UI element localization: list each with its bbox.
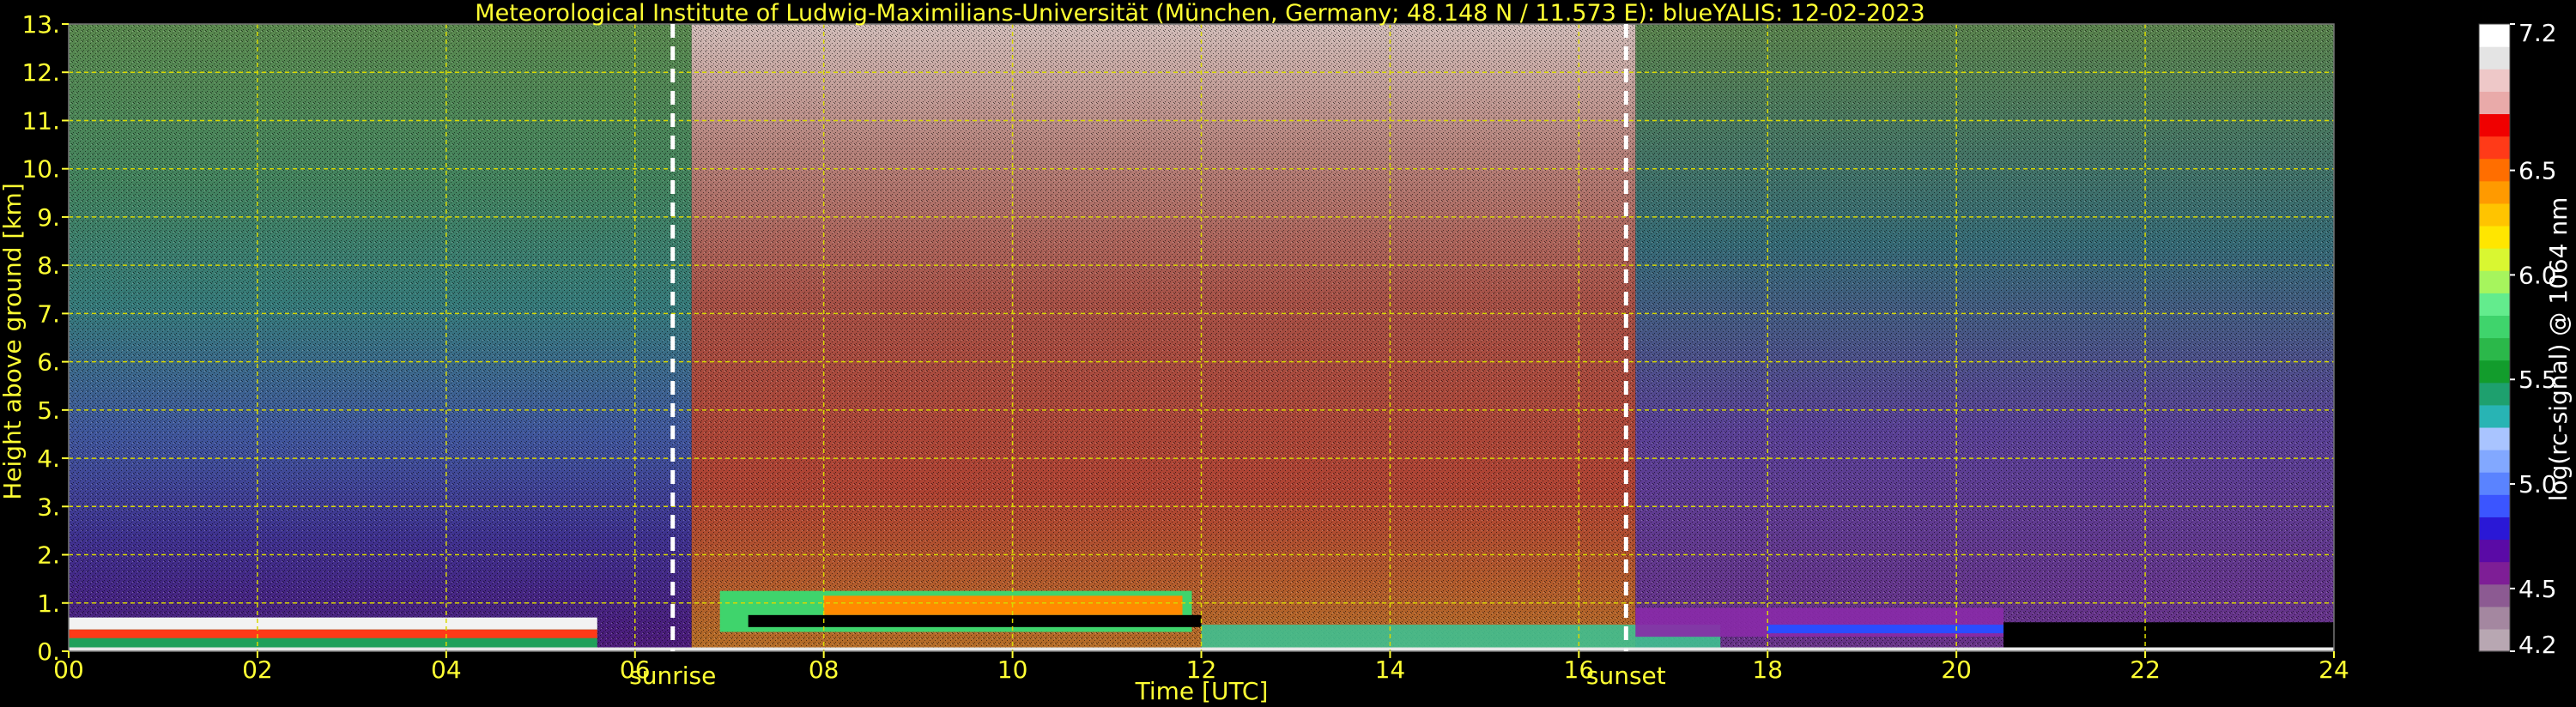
- y-tick-label: 11.: [21, 106, 60, 135]
- colorbar-segment: [2479, 69, 2510, 92]
- colorbar-segment: [2479, 561, 2510, 585]
- y-axis-label: Height above ground [km]: [0, 183, 27, 500]
- colorbar-segment: [2479, 494, 2510, 517]
- colorbar-segment: [2479, 583, 2510, 607]
- x-tick-label: 14: [1375, 656, 1406, 684]
- y-tick-label: 6.: [37, 348, 60, 377]
- colorbar-tick-label: 4.2: [2518, 631, 2557, 659]
- colorbar-segment: [2479, 225, 2510, 249]
- x-tick-label: 10: [997, 656, 1028, 684]
- colorbar-segment: [2479, 450, 2510, 473]
- chart-title: Meteorological Institute of Ludwig-Maxim…: [475, 0, 1924, 27]
- colorbar-segment: [2479, 202, 2510, 227]
- colorbar-segment: [2479, 24, 2510, 47]
- colorbar-segment: [2479, 113, 2510, 137]
- colorbar-segment: [2479, 180, 2510, 204]
- day-dark-band: [748, 614, 1202, 627]
- colorbar-segment: [2479, 360, 2510, 384]
- x-tick-label: 06: [620, 656, 651, 684]
- day-orange-layer: [823, 595, 1183, 615]
- y-tick-label: 9.: [37, 203, 60, 232]
- y-tick-label: 5.: [37, 396, 60, 425]
- colorbar-tick-label: 4.5: [2518, 575, 2557, 603]
- y-tick-label: 13.: [21, 10, 60, 39]
- sunset-label: sunset: [1586, 662, 1666, 690]
- colorbar-segment: [2479, 382, 2510, 406]
- colorbar-segment: [2479, 472, 2510, 495]
- x-tick-label: 02: [242, 656, 273, 684]
- colorbar-segment: [2479, 628, 2510, 652]
- colorbar-segment: [2479, 136, 2510, 160]
- late-night-dark: [2003, 622, 2334, 651]
- y-tick-label: 0.: [37, 638, 60, 666]
- evening-blue-band: [1767, 625, 2004, 634]
- colorbar-segment: [2479, 337, 2510, 361]
- colorbar-segment: [2479, 158, 2510, 182]
- colorbar-label: log(rc-signal) @ 1064 nm: [2544, 197, 2573, 502]
- x-tick-label: 24: [2318, 656, 2349, 684]
- colorbar-segment: [2479, 248, 2510, 271]
- x-axis-label: Time [UTC]: [1135, 677, 1269, 705]
- y-tick-label: 7.: [37, 299, 60, 328]
- colorbar-segment: [2479, 293, 2510, 316]
- night-red-band: [69, 629, 597, 638]
- colorbar-tick-label: 7.2: [2518, 19, 2557, 47]
- x-tick-label: 22: [2130, 656, 2161, 684]
- y-tick-label: 10.: [21, 155, 60, 184]
- x-tick-label: 20: [1941, 656, 1972, 684]
- colorbar-segment: [2479, 315, 2510, 339]
- y-tick-label: 8.: [37, 251, 60, 280]
- colorbar-segment: [2479, 270, 2510, 293]
- y-tick-label: 4.: [37, 444, 60, 473]
- y-tick-label: 12.: [21, 58, 60, 87]
- colorbar-segment: [2479, 46, 2510, 69]
- colorbar-tick-label: 6.5: [2518, 157, 2557, 185]
- y-axis-ticks: 0. 1. 2. 3. 4. 5. 6. 7. 8. 9. 10. 11. 12. 13.: [21, 10, 69, 666]
- lidar-chart: sunrise sunset 00 02 04 06 08 10 12 14 16 18 20 22 24…: [0, 0, 2573, 705]
- x-tick-label: 08: [809, 656, 839, 684]
- colorbar-segment: [2479, 517, 2510, 541]
- x-tick-label: 18: [1752, 656, 1783, 684]
- y-tick-label: 3.: [37, 492, 60, 521]
- night-cloud-top: [69, 617, 597, 630]
- x-tick-label: 04: [431, 656, 462, 684]
- x-tick-label: 16: [1564, 656, 1595, 684]
- colorbar-segment: [2479, 426, 2510, 450]
- y-tick-label: 1.: [37, 589, 60, 618]
- y-tick-label: 2.: [37, 541, 60, 570]
- colorbar-segment: [2479, 606, 2510, 630]
- colorbar-segment: [2479, 404, 2510, 428]
- colorbar-segment: [2479, 91, 2510, 115]
- colorbar-segment: [2479, 539, 2510, 563]
